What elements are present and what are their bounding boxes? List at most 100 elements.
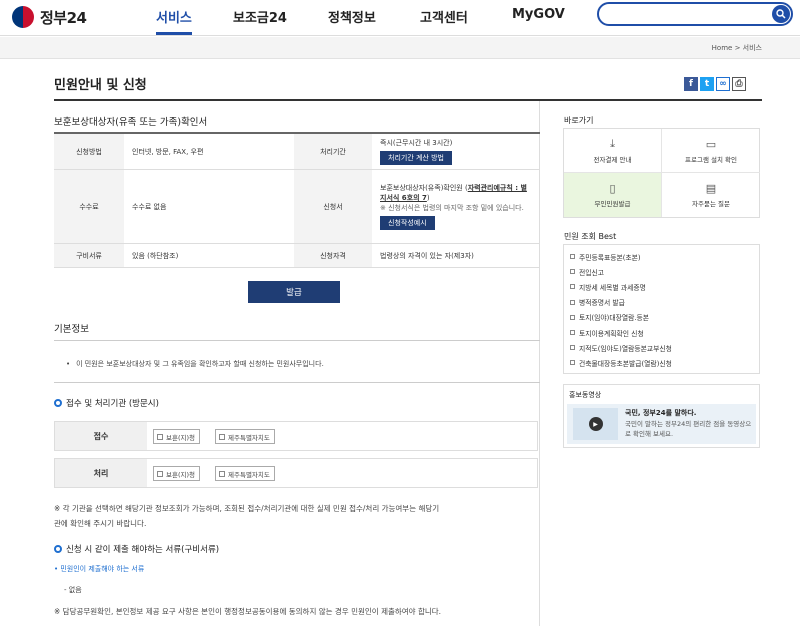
list-item[interactable]: 건축물대장등초본발급(열람)신청 (564, 355, 759, 370)
circle-bullet-icon (54, 399, 62, 407)
org-note-line2: 관에 확인해 주시기 바랍니다. (54, 519, 147, 528)
download-icon: ⤓ (610, 137, 615, 150)
print-icon[interactable]: ⎙ (732, 77, 746, 91)
list-item[interactable]: 지적도(임야도)열람등본교부신청 (564, 340, 759, 355)
nav-service[interactable]: 서비스 (156, 7, 192, 35)
basic-info-text: • 이 민원은 보훈보상대상자 및 그 유족임을 확인하고자 할때 신청하는 민원… (66, 360, 324, 368)
list-item-label: 건축물대장등초본발급(열람)신청 (579, 359, 672, 368)
top-header: 정부24 서비스 보조금24 정책정보 고객센터 MyGOV (0, 0, 800, 36)
org-note-line1: ※ 각 기관을 선택하면 해당기관 정보조회가 가능하며, 조회된 접수/처리기… (54, 504, 440, 513)
period-cell: 즉시(근무시간 내 3시간) 처리기간 계산 방법 (372, 134, 540, 169)
quick-faq[interactable]: ▤ 자주묻는 질문 (662, 173, 760, 217)
circle-bullet-icon (54, 545, 62, 553)
form-example-button[interactable]: 신청작성예시 (380, 216, 435, 230)
nav-customer-center[interactable]: 고객센터 (420, 7, 468, 26)
org-chip-label: 제주특별자치도 (228, 470, 270, 479)
basic-info-bullet: 이 민원은 보훈보상대상자 및 그 유족임을 확인하고자 할때 신청하는 민원사… (76, 360, 324, 368)
list-item[interactable]: 토지(임야)대장열람.등본 (564, 310, 759, 325)
nav-mygov[interactable]: MyGOV (512, 7, 565, 22)
quick-e-payment[interactable]: ⤓ 전자결제 안내 (564, 129, 662, 173)
org-chip-label: 제주특별자치도 (228, 433, 270, 442)
form-note: ※ 신청서식은 법령의 마지막 조항 밑에 있습니다. (380, 204, 524, 212)
qualification-label: 신청자격 (294, 244, 372, 267)
quick-label: 무인민원발급 (594, 200, 631, 208)
taegeuk-logo-icon (12, 6, 34, 28)
org-chip-label: 보훈(지)청 (166, 433, 195, 442)
org-checkbox-icon (157, 470, 163, 477)
docs-sub-heading: • 민원인이 제출해야 하는 서류 (54, 565, 145, 573)
process-org-box: 처리 보훈(지)청 제주특별자치도 (54, 458, 538, 488)
monitor-icon: ▭ (705, 137, 717, 151)
right-sidebar: 바로가기 ⤓ 전자결제 안내 ▭ 프로그램 설치 확인 ▯ 무인민원발급 ▤ 자… (562, 101, 762, 626)
nav-policy-info[interactable]: 정책정보 (328, 7, 376, 26)
nav-subsidy24[interactable]: 보조금24 (233, 7, 287, 26)
docs-section-title: 신청 시 같이 제출 해야하는 서류(구비서류) (66, 545, 220, 555)
list-box-icon (570, 284, 575, 290)
period-value: 즉시(근무시간 내 3시간) (380, 139, 453, 147)
fee-label: 수수료 (54, 170, 124, 243)
list-item[interactable]: 지방세 세목별 과세증명 (564, 279, 759, 294)
list-item[interactable]: 전입신고 (564, 264, 759, 279)
docs-item: - 없음 (64, 586, 82, 594)
info-table: 신청방법 인터넷, 방문, FAX, 우편 처리기간 즉시(근무시간 내 3시간… (54, 132, 540, 268)
org-chip-bohun-process[interactable]: 보훈(지)청 (153, 466, 200, 481)
list-item[interactable]: 주민등록표등본(초본) (564, 249, 759, 264)
promo-video[interactable]: ▶ 국민, 정부24를 말하다. 국민이 말하는 정부24의 편리한 점을 동영… (567, 404, 756, 444)
org-chip-jeju-process[interactable]: 제주특별자치도 (215, 466, 275, 481)
quick-links: ⤓ 전자결제 안내 ▭ 프로그램 설치 확인 ▯ 무인민원발급 ▤ 자주묻는 질… (563, 128, 760, 218)
promo-description: 국민이 말하는 정부24의 편리한 점을 동영상으로 확인해 보세요. (625, 420, 752, 438)
list-item-label: 토지(임야)대장열람.등본 (579, 314, 649, 323)
fee-value: 수수료 없음 (132, 202, 167, 211)
org-chip-jeju-receive[interactable]: 제주특별자치도 (215, 429, 275, 444)
receive-label: 접수 (55, 422, 147, 450)
gov24-logo[interactable]: 정부24 (12, 6, 87, 28)
kiosk-icon: ▯ (609, 182, 616, 195)
org-chip-bohun-receive[interactable]: 보훈(지)청 (153, 429, 200, 444)
list-item-label: 병적증명서 발급 (579, 299, 625, 308)
list-box-icon (570, 345, 575, 351)
link-copy-icon[interactable]: ∞ (716, 77, 730, 91)
form-close: ) (426, 194, 430, 202)
period-label: 처리기간 (294, 134, 372, 169)
search-input[interactable] (609, 7, 759, 21)
promo-video-box: 홍보동영상 ▶ 국민, 정부24를 말하다. 국민이 말하는 정부24의 편리한… (563, 384, 760, 448)
page-title: 민원안내 및 신청 (54, 78, 147, 93)
list-item-label: 전입신고 (579, 268, 605, 277)
breadcrumb: Home > 서비스 (712, 43, 762, 53)
list-item[interactable]: 병적증명서 발급 (564, 295, 759, 310)
issue-button[interactable]: 발급 (248, 281, 340, 303)
docs-note: ※ 담당공무원확인, 본인정보 제공 요구 사항은 본인이 행정정보공동이용에 … (54, 607, 442, 616)
twitter-icon[interactable]: t (700, 77, 714, 91)
section-divider (54, 340, 540, 341)
docs-label: 구비서류 (54, 244, 124, 267)
org-chip-label: 보훈(지)청 (166, 470, 195, 479)
list-box-icon (570, 360, 575, 366)
quick-program-check[interactable]: ▭ 프로그램 설치 확인 (662, 129, 760, 173)
method-value: 인터넷, 방문, FAX, 우편 (132, 147, 204, 156)
breadcrumb-home[interactable]: Home (712, 44, 733, 52)
search-button[interactable] (772, 5, 790, 23)
list-box-icon (570, 269, 575, 275)
list-box-icon (570, 314, 575, 320)
video-thumbnail[interactable]: ▶ (573, 408, 618, 440)
org-section-heading: 접수 및 처리기관 (방문시) (54, 397, 159, 409)
best-title: 민원 조회 Best (564, 232, 617, 241)
logo-text: 정부24 (40, 8, 87, 27)
org-checkbox-icon (219, 470, 225, 477)
list-item-label: 주민등록표등본(초본) (579, 253, 641, 262)
breadcrumb-current[interactable]: 서비스 (743, 44, 762, 52)
section-divider (54, 382, 540, 383)
facebook-icon[interactable]: f (684, 77, 698, 91)
play-icon: ▶ (588, 417, 603, 431)
form-label: 신청서 (294, 170, 372, 243)
period-calc-button[interactable]: 처리기간 계산 방법 (380, 151, 452, 165)
quick-kiosk[interactable]: ▯ 무인민원발급 (564, 173, 662, 217)
search-box (597, 2, 793, 26)
table-row: 구비서류 있음 (하단참조) 신청자격 법령상의 자격이 있는 자(제3자) (54, 244, 540, 268)
search-icon (776, 9, 786, 19)
breadcrumb-separator: > (734, 44, 741, 52)
list-item-label: 토지이용계획확인 신청 (579, 329, 644, 338)
form-text: 보훈보상대상자(유족)확인원 (자력관리예규칙 : 별지서식 6호의 7) (380, 183, 532, 203)
list-item[interactable]: 토지이용계획확인 신청 (564, 325, 759, 340)
method-label: 신청방법 (54, 134, 124, 169)
